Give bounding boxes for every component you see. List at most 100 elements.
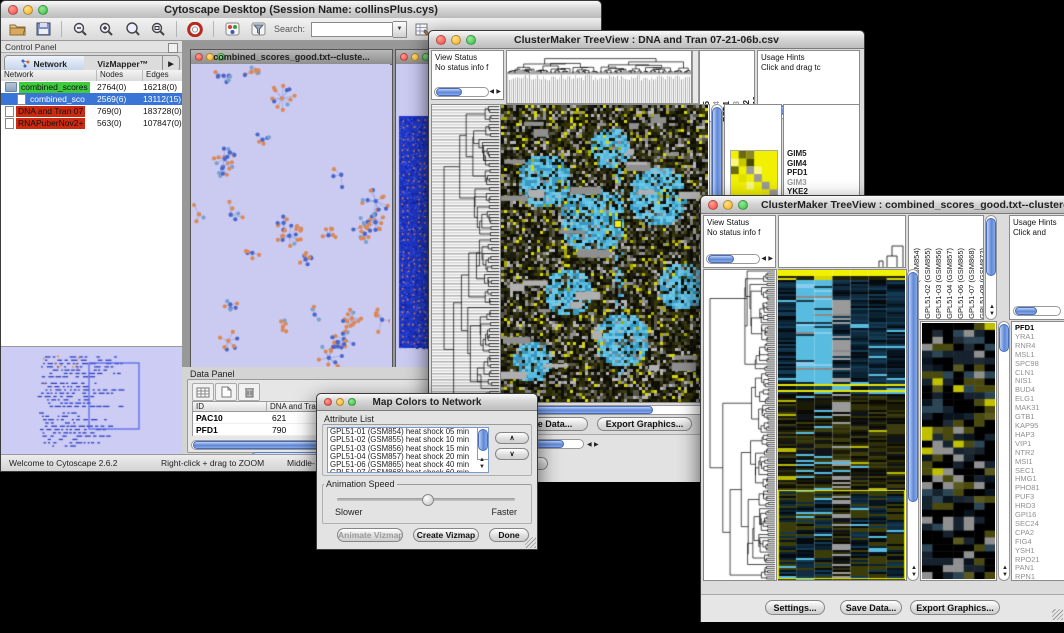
tv2-column-dendrogram[interactable] xyxy=(778,215,906,268)
scroll-up-icon[interactable]: ▲ xyxy=(1002,565,1008,571)
tab-network[interactable]: Network xyxy=(5,56,84,71)
tv2-column-label[interactable]: GPL51-04 (GSM857) xyxy=(945,248,955,319)
tv1-row-dendrogram[interactable] xyxy=(431,104,501,403)
network-row[interactable]: combined_scores2764(0)16218(0) xyxy=(1,81,182,93)
network-row[interactable]: combined_sco2569(6)13112(15) xyxy=(1,93,182,105)
minimize-icon[interactable] xyxy=(411,53,419,61)
tv1-view-status-panel: View Status No status info f ◀ ▶ xyxy=(431,50,504,100)
open-session-icon[interactable] xyxy=(7,20,27,38)
network-row[interactable]: RNAPuberNov2+563(0)107847(0) xyxy=(1,117,182,129)
scroll-up-icon[interactable]: ▲ xyxy=(989,304,995,310)
attribute-down-button[interactable]: ∨ xyxy=(495,448,529,460)
col-network[interactable]: Network xyxy=(1,70,97,81)
attribute-list-vscroll[interactable] xyxy=(477,428,488,460)
close-icon[interactable] xyxy=(400,53,408,61)
scroll-up-icon[interactable]: ▲ xyxy=(911,565,917,571)
scroll-left-icon[interactable]: ◀ xyxy=(761,256,766,262)
birdseye-panel[interactable] xyxy=(1,346,183,456)
tv2-gene-label[interactable]: RPN1 xyxy=(1015,573,1064,581)
tv2-column-label[interactable]: GPL51-03 (GSM856) xyxy=(934,248,944,319)
search-dropdown-icon[interactable]: ▼ xyxy=(393,21,407,38)
tv2-settings-button[interactable]: Settings... xyxy=(765,600,825,615)
scroll-left-icon[interactable]: ◀ xyxy=(587,442,592,448)
resize-grip[interactable] xyxy=(525,537,536,548)
tv1-bottom-hscroll[interactable] xyxy=(534,439,584,449)
tab-overflow-arrow-icon[interactable]: ▶ xyxy=(162,56,179,71)
tv1-splitter[interactable] xyxy=(692,50,699,104)
new-attribute-icon[interactable] xyxy=(215,383,237,401)
tv1-export-graphics-button[interactable]: Export Graphics... xyxy=(597,417,692,431)
tv2-hints-hscroll[interactable] xyxy=(1013,306,1061,316)
tv2-genes-vscroll[interactable]: ▲ ▼ xyxy=(998,321,1010,581)
network-table: combined_scores2764(0)16218(0)combined_s… xyxy=(1,81,183,346)
animate-vizmap-button[interactable]: Animate Vizmap xyxy=(337,528,403,542)
resize-grip[interactable] xyxy=(1052,609,1063,620)
window-controls xyxy=(400,53,430,61)
search-input[interactable] xyxy=(311,22,393,37)
tv2-column-label[interactable]: GPL51-06 (GSM865) xyxy=(956,248,966,319)
save-session-icon[interactable] xyxy=(33,20,53,38)
scroll-down-icon[interactable]: ▼ xyxy=(479,464,485,470)
treeview2-titlebar[interactable]: ClusterMaker TreeView : combined_scores_… xyxy=(701,196,1064,214)
tv1-gene-label[interactable]: GIM3 xyxy=(787,178,859,188)
attribute-select-icon[interactable] xyxy=(192,383,214,401)
help-lifering-icon[interactable] xyxy=(185,20,205,38)
col-nodes[interactable]: Nodes xyxy=(97,70,143,81)
network-row[interactable]: DNA and Tran 07769(0)183728(0) xyxy=(1,105,182,117)
tv1-status-hscroll[interactable] xyxy=(434,87,489,97)
network-nodes-count: 563(0) xyxy=(97,118,143,128)
scroll-down-icon[interactable]: ▼ xyxy=(911,572,917,578)
scroll-down-icon[interactable]: ▼ xyxy=(1002,572,1008,578)
tv1-column-dendrogram[interactable] xyxy=(506,50,692,104)
tab-vizmapper[interactable]: VizMapper™ xyxy=(84,56,163,71)
tv1-gene-label[interactable]: GIM5 xyxy=(787,149,859,159)
tv1-selection-thumbnail[interactable] xyxy=(730,150,778,199)
network-view-titlebar[interactable]: combined_scores_good.txt--cluste... xyxy=(191,50,392,65)
done-button[interactable]: Done xyxy=(489,528,529,542)
attribute-list[interactable]: GPL51-01 (GSM854) heat shock 05 minGPL51… xyxy=(327,427,489,473)
network-name: combined_scores xyxy=(19,82,90,93)
tv2-export-graphics-button[interactable]: Export Graphics... xyxy=(910,600,1000,615)
tv1-gene-label[interactable]: PFD1 xyxy=(787,168,859,178)
network-canvas[interactable] xyxy=(191,64,390,370)
tv2-thumbnail-panel[interactable] xyxy=(920,321,997,581)
tv2-column-label[interactable]: GPL51-08 (GSM872) xyxy=(978,248,984,319)
vizmapper-icon[interactable] xyxy=(222,20,242,38)
scroll-up-icon[interactable]: ▲ xyxy=(479,457,485,463)
tv2-status-hscroll[interactable] xyxy=(706,254,760,264)
zoom-in-icon[interactable] xyxy=(96,20,116,38)
tv1-heatmap[interactable] xyxy=(501,104,710,403)
col-edges[interactable]: Edges xyxy=(143,70,182,81)
tv2-heatmap[interactable] xyxy=(778,269,907,581)
tv2-column-label[interactable]: GPL51-07 (GSM868) xyxy=(967,248,977,319)
col-id[interactable]: ID xyxy=(193,402,267,411)
delete-attribute-icon[interactable] xyxy=(238,383,260,401)
network-tab-icon xyxy=(21,59,30,68)
zoom-out-icon[interactable] xyxy=(70,20,90,38)
tv2-labels-vscroll[interactable]: ▲ ▼ xyxy=(985,215,997,320)
scroll-right-icon[interactable]: ▶ xyxy=(768,256,773,262)
treeview1-titlebar[interactable]: ClusterMaker TreeView : DNA and Tran 07-… xyxy=(429,31,864,49)
tv2-heatmap-vscroll[interactable]: ▲ ▼ xyxy=(907,269,919,581)
attribute-up-button[interactable]: ∧ xyxy=(495,432,529,444)
filter-icon[interactable] xyxy=(248,20,268,38)
scroll-right-icon[interactable]: ▶ xyxy=(594,442,599,448)
slider-thumb[interactable] xyxy=(422,494,434,506)
main-titlebar[interactable]: Cytoscape Desktop (Session Name: collins… xyxy=(1,1,601,19)
tv2-save-data-button[interactable]: Save Data... xyxy=(840,600,902,615)
network-name: RNAPuberNov2+ xyxy=(16,118,85,129)
attribute-item[interactable]: GPL51-07 (GSM868) heat shock 60 min xyxy=(330,469,488,473)
float-panel-icon[interactable] xyxy=(168,43,178,53)
scroll-down-icon[interactable]: ▼ xyxy=(989,311,995,317)
tv2-column-label[interactable]: GPL51-02 (GSM855) xyxy=(923,248,933,319)
scroll-right-icon[interactable]: ▶ xyxy=(496,89,501,95)
zoom-fit-icon[interactable] xyxy=(148,20,168,38)
scroll-left-icon[interactable]: ◀ xyxy=(489,89,494,95)
birdseye-canvas[interactable] xyxy=(1,347,180,454)
create-vizmap-button[interactable]: Create Vizmap xyxy=(413,528,479,542)
tv2-row-dendrogram[interactable] xyxy=(703,269,777,581)
dialog-titlebar[interactable]: Map Colors to Network xyxy=(317,394,537,411)
tv1-gene-label[interactable]: GIM4 xyxy=(787,159,859,169)
animation-speed-slider[interactable] xyxy=(337,498,515,501)
zoom-selected-icon[interactable] xyxy=(122,20,142,38)
